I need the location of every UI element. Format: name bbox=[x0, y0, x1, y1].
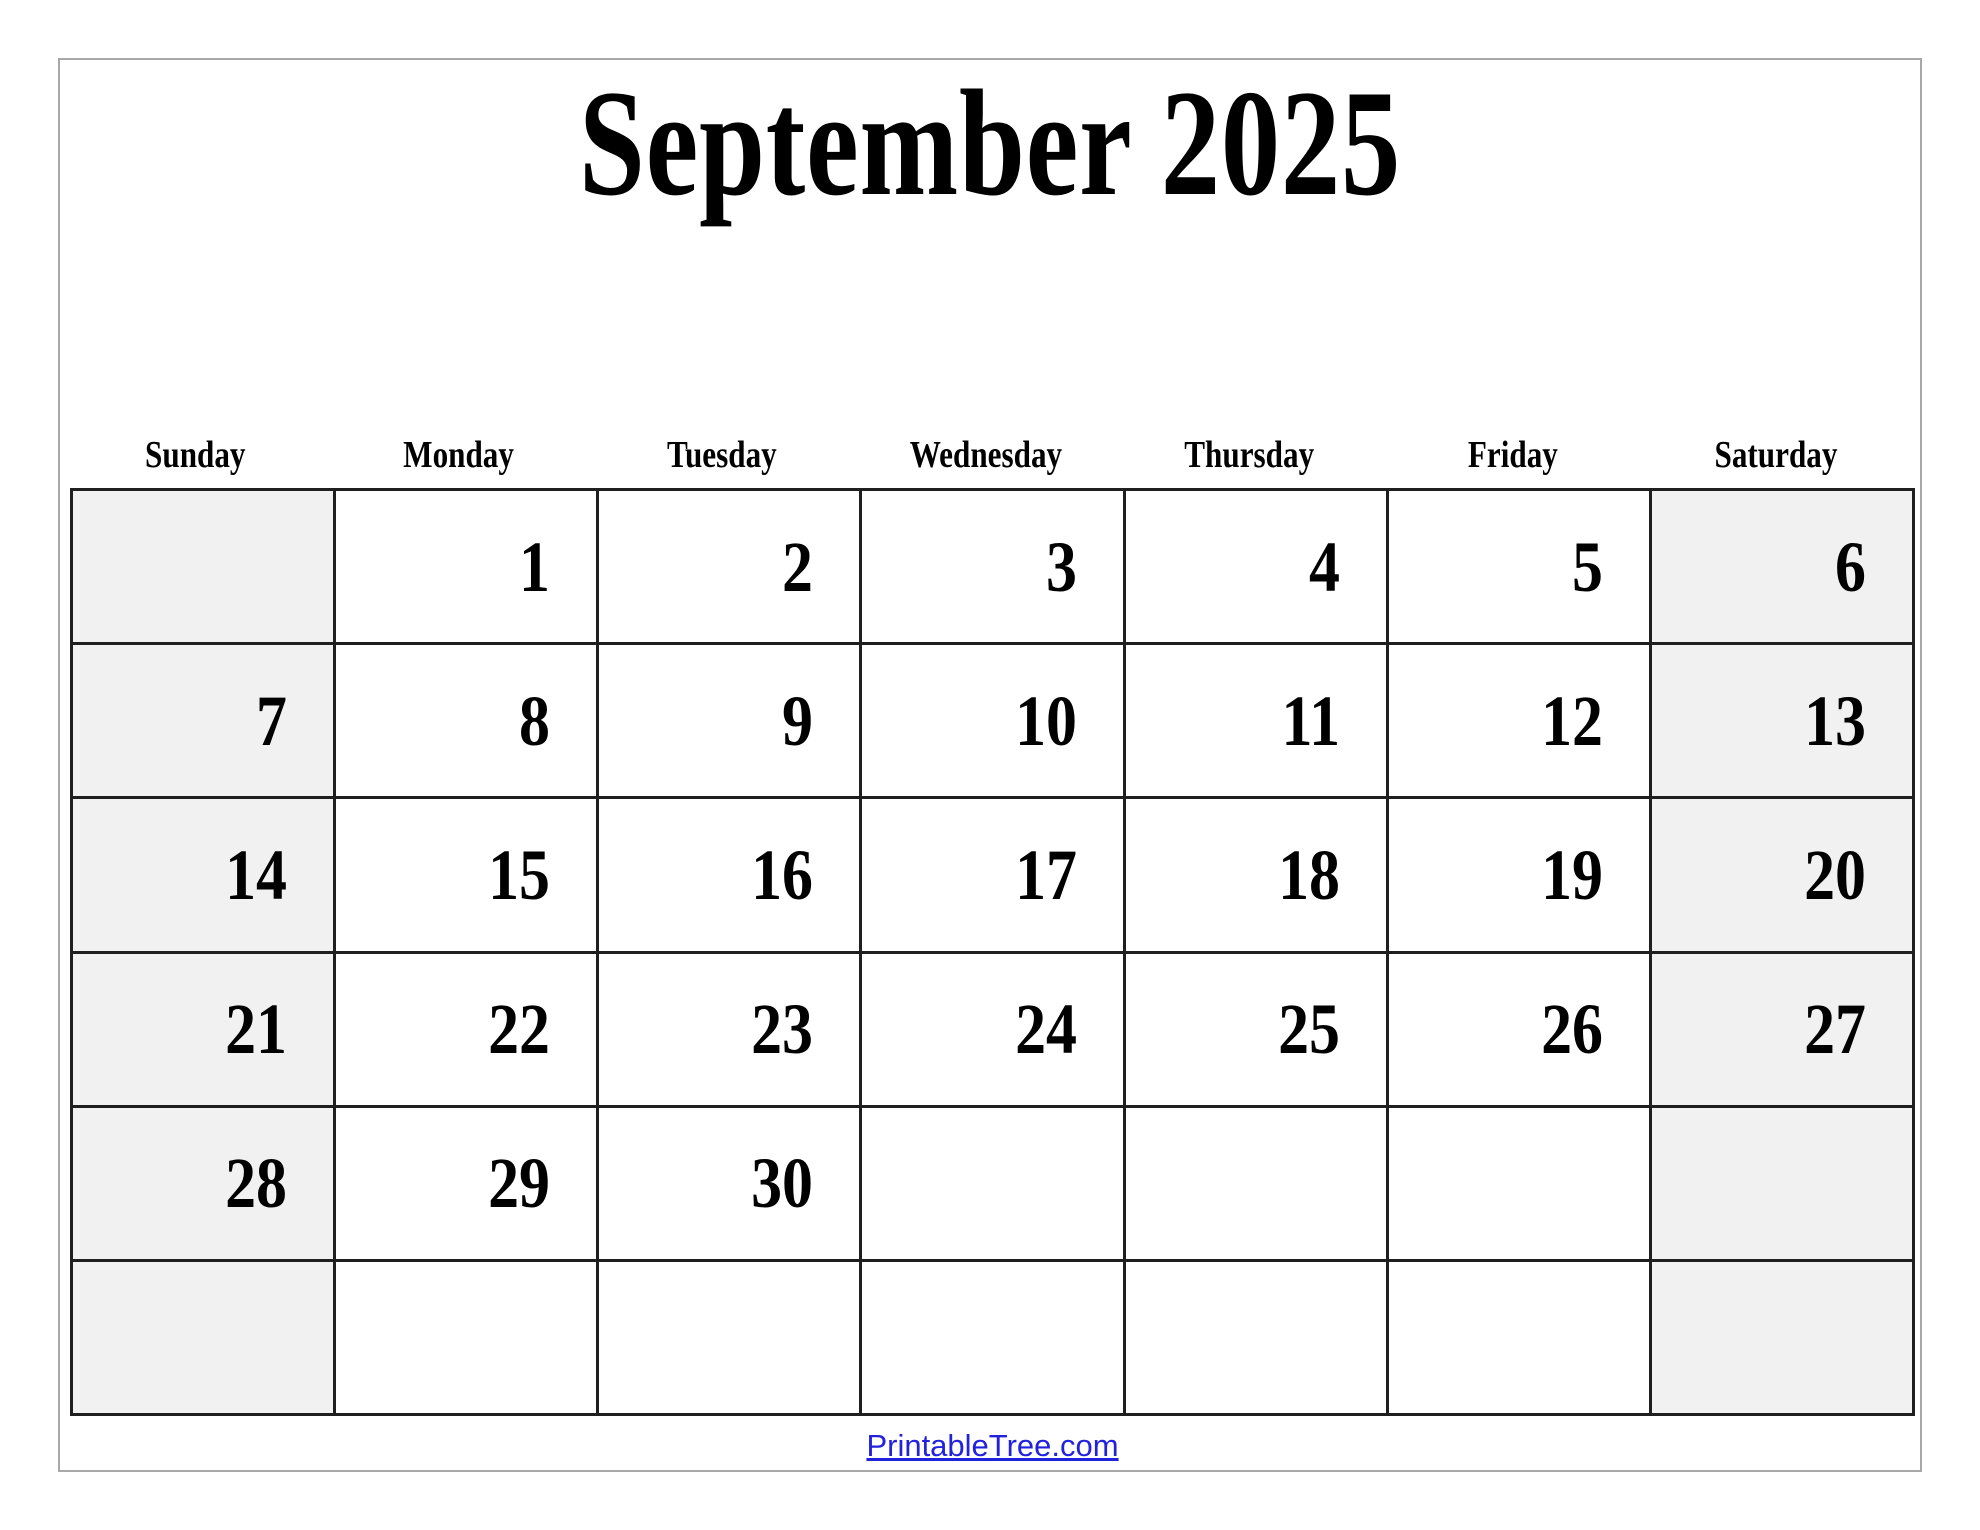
day-number: 6 bbox=[1835, 526, 1866, 607]
day-cell[interactable]: 23 bbox=[599, 953, 863, 1108]
footer: PrintableTree.com bbox=[70, 1428, 1915, 1464]
day-cell-empty bbox=[73, 1261, 337, 1416]
day-cell[interactable]: 6 bbox=[1651, 491, 1915, 646]
day-number: 28 bbox=[225, 1143, 288, 1224]
day-cell-empty bbox=[1125, 1261, 1389, 1416]
day-cell-empty bbox=[1388, 1261, 1652, 1416]
weekday-label: Sunday bbox=[144, 434, 246, 476]
day-cell-empty bbox=[336, 1261, 600, 1416]
day-cell[interactable]: 3 bbox=[862, 491, 1126, 646]
day-cell[interactable]: 17 bbox=[862, 799, 1126, 954]
day-number: 27 bbox=[1804, 989, 1866, 1070]
day-number: 1 bbox=[519, 526, 551, 607]
day-cell-empty bbox=[599, 1261, 863, 1416]
day-cell-empty bbox=[862, 1107, 1126, 1262]
day-cell-empty bbox=[1125, 1107, 1389, 1262]
day-number: 22 bbox=[488, 989, 551, 1070]
day-number: 17 bbox=[1014, 834, 1077, 915]
day-cell[interactable]: 4 bbox=[1125, 491, 1389, 646]
day-cell[interactable]: 18 bbox=[1125, 799, 1389, 954]
day-number: 23 bbox=[751, 989, 814, 1070]
day-number: 10 bbox=[1014, 680, 1077, 761]
day-number: 29 bbox=[488, 1143, 551, 1224]
day-cell-empty bbox=[1651, 1261, 1915, 1416]
weekday-header-friday: Friday bbox=[1388, 415, 1652, 485]
weekday-label: Friday bbox=[1467, 434, 1558, 476]
day-cell-empty bbox=[1651, 1107, 1915, 1262]
day-cell[interactable]: 9 bbox=[599, 645, 863, 800]
day-cell[interactable]: 8 bbox=[336, 645, 600, 800]
day-number: 7 bbox=[256, 680, 288, 761]
day-cell[interactable]: 7 bbox=[73, 645, 337, 800]
weekday-label: Tuesday bbox=[667, 434, 777, 476]
weekday-label: Saturday bbox=[1714, 434, 1838, 476]
day-cell[interactable]: 21 bbox=[73, 953, 337, 1108]
weekday-label: Wednesday bbox=[909, 434, 1062, 476]
weekday-header-saturday: Saturday bbox=[1651, 415, 1915, 485]
day-cell[interactable]: 26 bbox=[1388, 953, 1652, 1108]
day-cell-empty bbox=[1388, 1107, 1652, 1262]
weekday-header-row: Sunday Monday Tuesday Wednesday Thursday Frid… bbox=[70, 415, 1915, 485]
day-cell-empty bbox=[862, 1261, 1126, 1416]
day-number: 20 bbox=[1804, 834, 1866, 915]
weekday-header-monday: Monday bbox=[334, 415, 598, 485]
day-cell[interactable]: 1 bbox=[336, 491, 600, 646]
day-cell[interactable]: 19 bbox=[1388, 799, 1652, 954]
day-number: 25 bbox=[1277, 989, 1340, 1070]
day-cell[interactable]: 5 bbox=[1388, 491, 1652, 646]
day-number: 26 bbox=[1540, 989, 1603, 1070]
day-cell[interactable]: 2 bbox=[599, 491, 863, 646]
day-number: 30 bbox=[751, 1143, 814, 1224]
day-number: 11 bbox=[1281, 680, 1340, 761]
printabletree-link[interactable]: PrintableTree.com bbox=[866, 1428, 1118, 1463]
day-cell[interactable]: 15 bbox=[336, 799, 600, 954]
day-cell[interactable]: 10 bbox=[862, 645, 1126, 800]
weekday-label: Monday bbox=[402, 434, 514, 476]
calendar-grid: 1 2 3 4 5 6 7 8 9 10 11 12 13 14 15 16 17 18 19 20 21 22 23 24 2… bbox=[70, 488, 1915, 1416]
day-cell[interactable]: 28 bbox=[73, 1107, 337, 1262]
day-cell[interactable]: 30 bbox=[599, 1107, 863, 1262]
weekday-header-sunday: Sunday bbox=[70, 415, 334, 485]
day-cell-empty bbox=[73, 491, 337, 646]
day-cell[interactable]: 12 bbox=[1388, 645, 1652, 800]
day-number: 12 bbox=[1540, 680, 1603, 761]
day-cell[interactable]: 22 bbox=[336, 953, 600, 1108]
day-number: 2 bbox=[782, 526, 814, 607]
weekday-label: Thursday bbox=[1184, 434, 1315, 476]
day-number: 3 bbox=[1045, 526, 1077, 607]
day-cell[interactable]: 25 bbox=[1125, 953, 1389, 1108]
page-title: September 2025 bbox=[578, 59, 1402, 227]
day-cell[interactable]: 11 bbox=[1125, 645, 1389, 800]
day-number: 14 bbox=[225, 834, 288, 915]
day-number: 4 bbox=[1308, 526, 1340, 607]
day-number: 13 bbox=[1804, 680, 1866, 761]
weekday-header-thursday: Thursday bbox=[1124, 415, 1388, 485]
day-cell[interactable]: 27 bbox=[1651, 953, 1915, 1108]
day-cell[interactable]: 16 bbox=[599, 799, 863, 954]
weekday-header-tuesday: Tuesday bbox=[597, 415, 861, 485]
day-number: 8 bbox=[519, 680, 551, 761]
day-number: 5 bbox=[1571, 526, 1603, 607]
day-number: 9 bbox=[782, 680, 814, 761]
day-number: 18 bbox=[1277, 834, 1340, 915]
day-cell[interactable]: 13 bbox=[1651, 645, 1915, 800]
day-cell[interactable]: 24 bbox=[862, 953, 1126, 1108]
day-number: 21 bbox=[225, 989, 288, 1070]
weekday-header-wednesday: Wednesday bbox=[861, 415, 1125, 485]
day-cell[interactable]: 14 bbox=[73, 799, 337, 954]
day-number: 15 bbox=[488, 834, 551, 915]
day-cell[interactable]: 20 bbox=[1651, 799, 1915, 954]
day-number: 16 bbox=[751, 834, 814, 915]
day-cell[interactable]: 29 bbox=[336, 1107, 600, 1262]
day-number: 24 bbox=[1014, 989, 1077, 1070]
day-number: 19 bbox=[1540, 834, 1603, 915]
calendar-page: September 2025 Sunday Monday Tuesday Wednes… bbox=[0, 0, 1980, 1530]
